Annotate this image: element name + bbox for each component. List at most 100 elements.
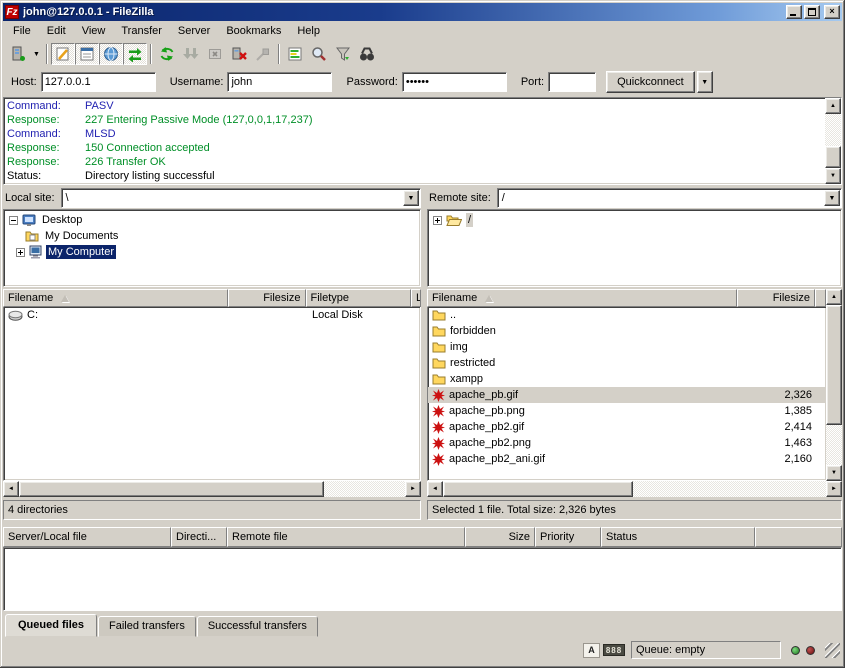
column-header-filename[interactable]: Filename bbox=[3, 289, 228, 307]
column-header-size[interactable]: Size bbox=[465, 527, 535, 547]
password-input[interactable] bbox=[402, 72, 507, 92]
file-row-c-drive[interactable]: C: Local Disk bbox=[4, 307, 420, 323]
remote-vertical-scrollbar[interactable]: ▲ ▼ bbox=[826, 289, 842, 481]
toggle-remote-tree-button[interactable] bbox=[99, 43, 123, 65]
column-header-filesize[interactable]: Filesize bbox=[228, 289, 306, 307]
site-manager-dropdown[interactable]: ▼ bbox=[30, 43, 43, 65]
scroll-down-arrow[interactable]: ▼ bbox=[826, 465, 842, 481]
local-horizontal-scrollbar[interactable]: ◄ ► bbox=[3, 481, 421, 497]
remote-horizontal-scrollbar[interactable]: ◄ ► bbox=[427, 481, 842, 497]
scroll-thumb[interactable] bbox=[19, 481, 324, 497]
scroll-right-arrow[interactable]: ► bbox=[826, 481, 842, 497]
minimize-button[interactable] bbox=[786, 5, 802, 19]
toggle-message-log-button[interactable] bbox=[51, 43, 75, 65]
column-header-status[interactable]: Status bbox=[601, 527, 755, 547]
synchronized-browsing-button[interactable] bbox=[307, 43, 331, 65]
scroll-up-arrow[interactable]: ▲ bbox=[826, 289, 842, 305]
refresh-button[interactable] bbox=[155, 43, 179, 65]
title-bar[interactable]: Fz john@127.0.0.1 - FileZilla × bbox=[3, 3, 842, 21]
tab-failed-transfers[interactable]: Failed transfers bbox=[98, 616, 196, 637]
column-header-last-modified[interactable]: L bbox=[411, 289, 421, 307]
menu-view[interactable]: View bbox=[74, 23, 114, 39]
toggle-local-tree-button[interactable] bbox=[75, 43, 99, 65]
file-row-selected[interactable]: apache_pb.gif 2,326 bbox=[428, 387, 826, 403]
reconnect-button[interactable] bbox=[251, 43, 275, 65]
remote-site-value: / bbox=[498, 189, 823, 207]
scroll-left-arrow[interactable]: ◄ bbox=[427, 481, 443, 497]
process-queue-button[interactable] bbox=[179, 43, 203, 65]
folder-icon bbox=[432, 309, 446, 321]
tree-item-root[interactable]: / bbox=[428, 212, 841, 228]
pane-status-row: 4 directories Selected 1 file. Total siz… bbox=[3, 499, 842, 521]
file-row[interactable]: apache_pb2_ani.gif 2,160 bbox=[428, 451, 826, 467]
resize-grip[interactable] bbox=[825, 643, 840, 658]
file-row[interactable]: apache_pb2.png 1,463 bbox=[428, 435, 826, 451]
site-manager-button[interactable] bbox=[6, 43, 30, 65]
scroll-right-arrow[interactable]: ► bbox=[405, 481, 421, 497]
find-files-button[interactable] bbox=[355, 43, 379, 65]
file-row[interactable]: restricted bbox=[428, 355, 826, 371]
scroll-down-arrow[interactable]: ▼ bbox=[825, 168, 841, 184]
scroll-up-arrow[interactable]: ▲ bbox=[825, 98, 841, 114]
minimize-icon bbox=[790, 14, 796, 16]
local-tree[interactable]: Desktop My Documents My Computer bbox=[3, 209, 421, 287]
column-header-filename[interactable]: Filename bbox=[427, 289, 737, 307]
app-icon: Fz bbox=[5, 5, 19, 19]
scroll-left-arrow[interactable]: ◄ bbox=[3, 481, 19, 497]
collapse-icon[interactable] bbox=[9, 216, 18, 225]
quickconnect-dropdown[interactable]: ▼ bbox=[697, 71, 713, 93]
file-row[interactable]: forbidden bbox=[428, 323, 826, 339]
scroll-thumb[interactable] bbox=[826, 305, 842, 425]
menu-bookmarks[interactable]: Bookmarks bbox=[218, 23, 289, 39]
column-header-filetype[interactable]: Filetype bbox=[306, 289, 412, 307]
cancel-operation-button[interactable] bbox=[203, 43, 227, 65]
toggle-transfer-queue-button[interactable] bbox=[123, 43, 147, 65]
menu-help[interactable]: Help bbox=[289, 23, 328, 39]
menu-file[interactable]: File bbox=[5, 23, 39, 39]
expand-icon[interactable] bbox=[433, 216, 442, 225]
expand-icon[interactable] bbox=[16, 248, 25, 257]
file-row[interactable]: img bbox=[428, 339, 826, 355]
log-line: Command:MLSD bbox=[7, 127, 825, 141]
column-header-filesize[interactable]: Filesize bbox=[737, 289, 815, 307]
file-row[interactable]: .. bbox=[428, 307, 826, 323]
queue-list[interactable] bbox=[3, 547, 842, 611]
file-row[interactable]: xampp bbox=[428, 371, 826, 387]
message-log: Command:PASV Response:227 Entering Passi… bbox=[3, 97, 842, 185]
scroll-thumb[interactable] bbox=[443, 481, 633, 497]
status-bar: A 888 Queue: empty bbox=[3, 637, 842, 663]
disconnect-icon bbox=[231, 46, 247, 62]
remote-site-combobox[interactable]: / ▼ bbox=[497, 188, 842, 208]
menu-transfer[interactable]: Transfer bbox=[113, 23, 170, 39]
local-site-combobox[interactable]: \ ▼ bbox=[61, 188, 421, 208]
file-row[interactable]: apache_pb2.gif 2,414 bbox=[428, 419, 826, 435]
disconnect-button[interactable] bbox=[227, 43, 251, 65]
image-file-icon bbox=[432, 453, 445, 466]
tab-queued-files[interactable]: Queued files bbox=[5, 614, 97, 637]
scroll-thumb[interactable] bbox=[825, 146, 841, 168]
column-header-local-file[interactable]: Server/Local file bbox=[3, 527, 171, 547]
menu-server[interactable]: Server bbox=[170, 23, 218, 39]
file-row[interactable]: apache_pb.png 1,385 bbox=[428, 403, 826, 419]
directory-listing-filters-button[interactable] bbox=[331, 43, 355, 65]
tree-item-my-computer[interactable]: My Computer bbox=[4, 244, 420, 260]
column-header-priority[interactable]: Priority bbox=[535, 527, 601, 547]
tab-successful-transfers[interactable]: Successful transfers bbox=[197, 616, 318, 637]
combo-dropdown-icon[interactable]: ▼ bbox=[824, 190, 840, 206]
maximize-button[interactable] bbox=[804, 5, 820, 19]
directory-comparison-button[interactable] bbox=[283, 43, 307, 65]
port-input[interactable] bbox=[548, 72, 596, 92]
column-header-remote-file[interactable]: Remote file bbox=[227, 527, 465, 547]
quickconnect-button[interactable]: Quickconnect bbox=[606, 71, 695, 93]
column-header-direction[interactable]: Directi... bbox=[171, 527, 227, 547]
tree-item-my-documents[interactable]: My Documents bbox=[4, 228, 420, 244]
username-input[interactable] bbox=[227, 72, 332, 92]
log-vertical-scrollbar[interactable]: ▲ ▼ bbox=[825, 98, 841, 184]
host-input[interactable] bbox=[41, 72, 156, 92]
menu-edit[interactable]: Edit bbox=[39, 23, 74, 39]
combo-dropdown-icon[interactable]: ▼ bbox=[403, 190, 419, 206]
remote-tree[interactable]: / bbox=[427, 209, 842, 287]
tree-item-desktop[interactable]: Desktop bbox=[4, 212, 420, 228]
log-line: Response:150 Connection accepted bbox=[7, 141, 825, 155]
close-button[interactable]: × bbox=[824, 5, 840, 19]
